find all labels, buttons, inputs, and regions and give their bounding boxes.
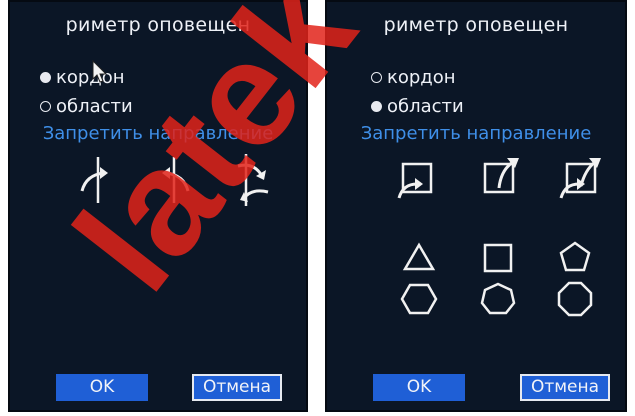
radio-area[interactable]: области (40, 95, 133, 117)
mouse-cursor-icon (92, 59, 110, 88)
radio-unselected-icon[interactable] (40, 100, 51, 112)
radio-selected-icon[interactable] (371, 100, 382, 112)
cancel-button[interactable]: Отмена (520, 374, 610, 401)
dialog-title: риметр оповещен (383, 14, 569, 36)
radio-area-label: области (56, 95, 133, 117)
radio-cordon[interactable]: кордон (371, 66, 456, 88)
pentagon-icon[interactable] (558, 240, 592, 274)
dialog-title: риметр оповещен (65, 14, 251, 36)
ok-button[interactable]: OK (373, 374, 465, 401)
radio-area[interactable]: области (371, 95, 464, 117)
area-mode-dialog: риметр оповещен кордон области Запретить… (325, 0, 627, 412)
line-arrow-left-icon[interactable] (76, 155, 114, 205)
box-arrow-out-icon[interactable] (481, 154, 521, 198)
radio-cordon-label: кордон (56, 66, 125, 88)
radio-cordon[interactable]: кордон (40, 66, 125, 88)
box-arrow-in-icon[interactable] (397, 158, 437, 200)
hexagon-icon[interactable] (400, 282, 438, 316)
triangle-icon[interactable] (402, 242, 436, 272)
radio-cordon-label: кордон (387, 66, 456, 88)
heptagon-icon[interactable] (480, 282, 516, 316)
octagon-icon[interactable] (557, 281, 593, 317)
radio-area-label: области (387, 95, 464, 117)
forbid-direction-label: Запретить направление (360, 123, 592, 144)
line-arrow-right-icon[interactable] (156, 155, 194, 205)
ok-button[interactable]: OK (56, 374, 148, 401)
line-mode-dialog: риметр оповещен кордон области Запретить… (8, 0, 308, 412)
cancel-button[interactable]: Отмена (192, 374, 282, 401)
square-icon[interactable] (482, 242, 514, 274)
line-arrow-both-icon[interactable] (232, 152, 274, 208)
forbid-direction-label: Запретить направление (42, 123, 274, 144)
box-arrow-both-icon[interactable] (559, 154, 603, 200)
radio-selected-icon[interactable] (40, 71, 51, 83)
radio-unselected-icon[interactable] (371, 71, 382, 83)
